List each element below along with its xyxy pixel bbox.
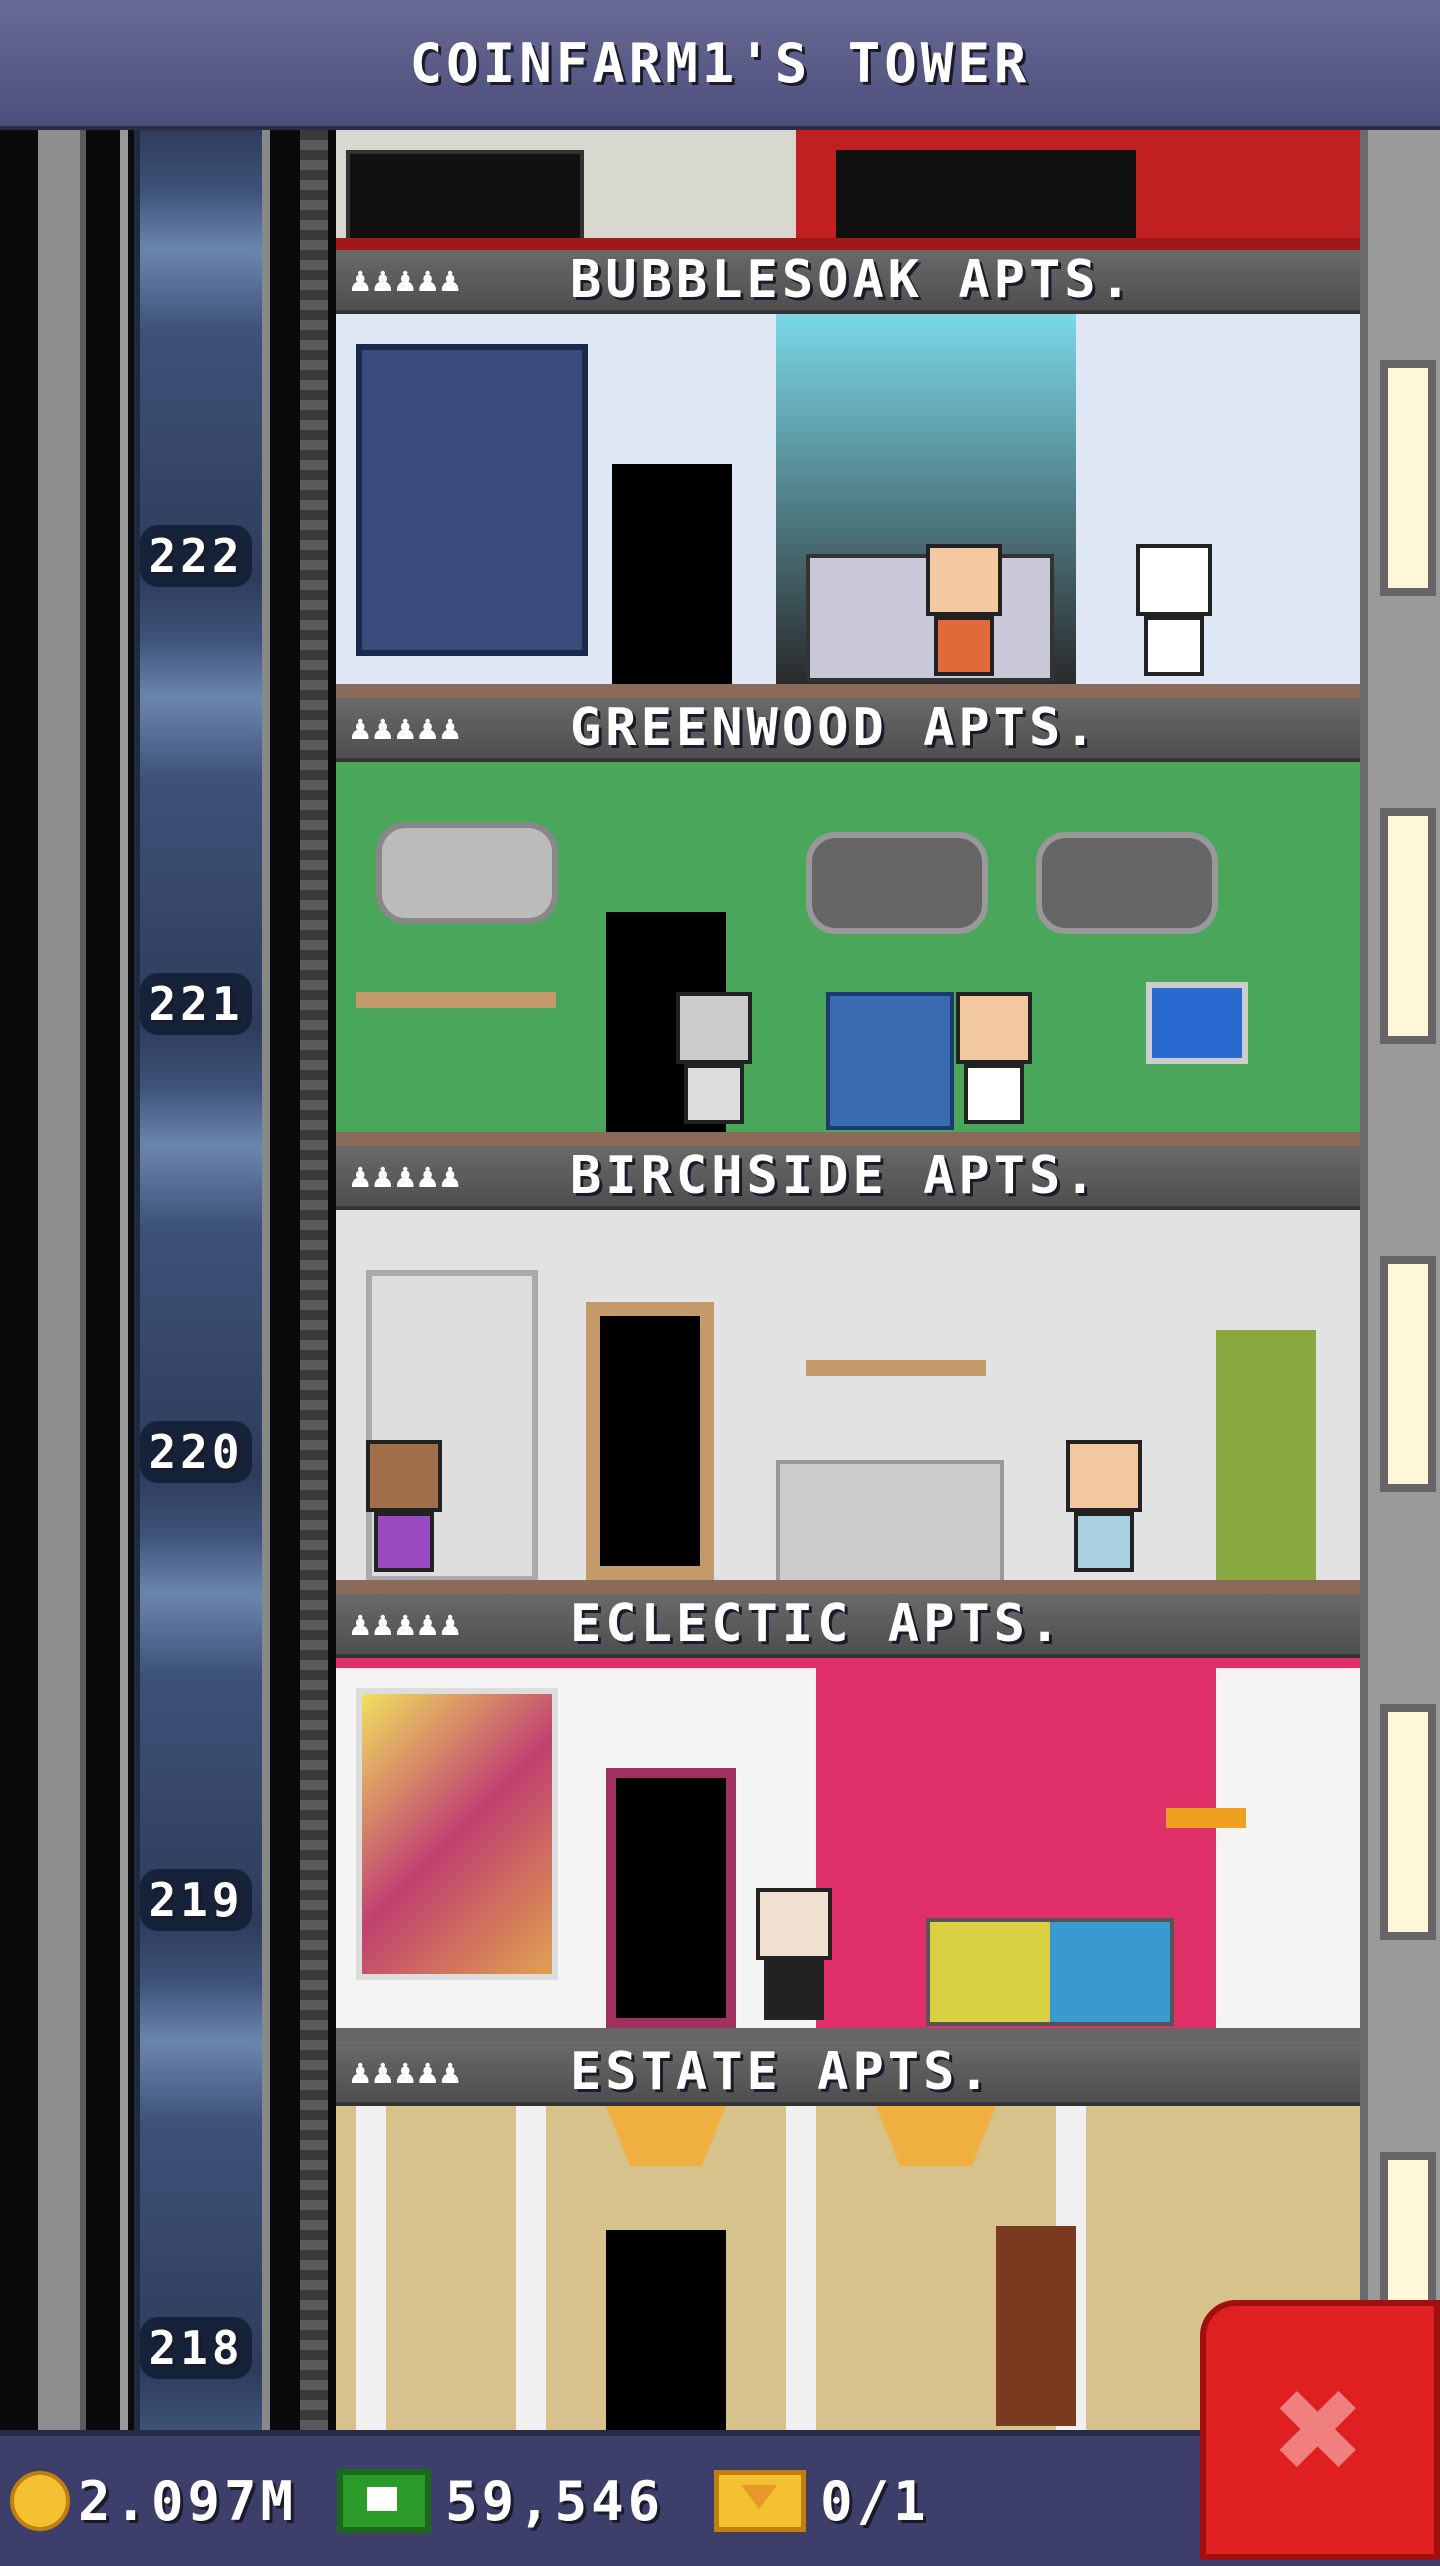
pillar-window: [1380, 808, 1436, 1044]
armchair: [826, 992, 954, 1130]
floor-name: ECLECTIC APTS.: [570, 1594, 1065, 1654]
column: [356, 2106, 386, 2430]
chandelier: [606, 2106, 726, 2166]
tickets-stat[interactable]: 0/1: [674, 2470, 930, 2533]
floor-bubblesoak[interactable]: ♟♟♟♟♟ BUBBLESOAK APTS.: [336, 250, 1360, 698]
coins-stat[interactable]: 2.097M: [10, 2470, 297, 2533]
ticket-icon: [714, 2470, 807, 2532]
pillar-window: [1380, 360, 1436, 596]
room-door: [612, 464, 732, 684]
tenant-avatar[interactable]: [926, 544, 1002, 684]
tower-title: COINFARM1'S TOWER: [409, 31, 1031, 95]
computer: [1146, 982, 1248, 1064]
shaft-rail: [262, 130, 270, 2430]
residents-icons: ♟♟♟♟♟: [350, 708, 463, 748]
floor-base: [336, 684, 1360, 698]
close-icon: ✖: [1274, 2343, 1366, 2517]
sofa: [346, 150, 584, 248]
floor-number: 222: [140, 525, 252, 587]
floor-base: [336, 1580, 1360, 1594]
floor-header: ♟♟♟♟♟ BUBBLESOAK APTS.: [336, 250, 1360, 314]
floor-number: 218: [140, 2317, 252, 2379]
top-bar: COINFARM1'S TOWER: [0, 0, 1440, 130]
room-door: [586, 1302, 714, 1580]
close-button[interactable]: ✖: [1200, 2300, 1440, 2560]
floor-base: [336, 2028, 1360, 2042]
residents-icons: ♟♟♟♟♟: [350, 1156, 463, 1196]
column: [516, 2106, 546, 2430]
elevator-shaft[interactable]: 222 221 220 219 218: [0, 130, 336, 2430]
column: [786, 2106, 816, 2430]
chandelier: [876, 2106, 996, 2166]
room-interior: [336, 314, 1360, 698]
room-interior: [336, 1658, 1360, 2042]
bookcase: [996, 2226, 1076, 2426]
sofa: [926, 1918, 1174, 2026]
residents-icons: ♟♟♟♟♟: [350, 1604, 463, 1644]
shelf: [356, 992, 556, 1008]
pillar-window: [1380, 1704, 1436, 1940]
tenant-avatar[interactable]: [956, 992, 1032, 1132]
bed: [356, 344, 588, 656]
plant: [1216, 1330, 1316, 1580]
floor-name: ESTATE APTS.: [570, 2042, 994, 2102]
lamp: [1166, 1808, 1246, 1828]
bux-value: 59,546: [445, 2469, 665, 2533]
elevator-track: [300, 130, 328, 2430]
sofa: [836, 150, 1136, 240]
bux-stat[interactable]: 59,546: [307, 2469, 664, 2533]
tenant-avatar[interactable]: [676, 992, 752, 1132]
floor-header: ♟♟♟♟♟ ECLECTIC APTS.: [336, 1594, 1360, 1658]
floor-base: [336, 1132, 1360, 1146]
tenant-avatar[interactable]: [1136, 544, 1212, 684]
wall-trim: [336, 1658, 1360, 1668]
floor-birchside[interactable]: ♟♟♟♟♟ BIRCHSIDE APTS.: [336, 1146, 1360, 1594]
room-door: [606, 1768, 736, 2028]
elevator-car[interactable]: [134, 130, 270, 2430]
floor-number: 220: [140, 1421, 252, 1483]
tenant-avatar[interactable]: [756, 1888, 832, 2028]
room-door: [606, 2230, 726, 2430]
bux-icon: [337, 2469, 432, 2533]
floor-header: ♟♟♟♟♟ BIRCHSIDE APTS.: [336, 1146, 1360, 1210]
floor-eclectic[interactable]: ♟♟♟♟♟ ECLECTIC APTS.: [336, 1594, 1360, 2042]
tickets-value: 0/1: [820, 2469, 930, 2533]
tenant-avatar[interactable]: [1066, 1440, 1142, 1580]
floor-greenwood[interactable]: ♟♟♟♟♟ GREENWOOD APTS.: [336, 698, 1360, 1146]
floor-name: BUBBLESOAK APTS.: [570, 250, 1135, 310]
floor-base: [336, 238, 1360, 250]
window-decor: [806, 832, 988, 934]
floor-name: BIRCHSIDE APTS.: [570, 1146, 1100, 1206]
floor-partial-top[interactable]: [336, 130, 1360, 250]
painting: [356, 1688, 558, 1980]
coin-icon: [10, 2471, 70, 2531]
mirror: [376, 822, 558, 924]
floor-number: 221: [140, 973, 252, 1035]
shaft-rail: [38, 130, 86, 2430]
floor-name: GREENWOOD APTS.: [570, 698, 1100, 758]
sofa: [776, 1460, 1004, 1588]
coins-value: 2.097M: [78, 2469, 298, 2533]
shaft-rail: [120, 130, 128, 2430]
floor-header: ♟♟♟♟♟ ESTATE APTS.: [336, 2042, 1360, 2106]
residents-icons: ♟♟♟♟♟: [350, 260, 463, 300]
residents-icons: ♟♟♟♟♟: [350, 2052, 463, 2092]
room-interior: [336, 762, 1360, 1146]
shelf: [806, 1360, 986, 1376]
room-interior: [336, 1210, 1360, 1594]
floor-header: ♟♟♟♟♟ GREENWOOD APTS.: [336, 698, 1360, 762]
tenant-avatar[interactable]: [366, 1440, 442, 1580]
floor-number: 219: [140, 1869, 252, 1931]
pillar-window: [1380, 1256, 1436, 1492]
window-decor: [1036, 832, 1218, 934]
